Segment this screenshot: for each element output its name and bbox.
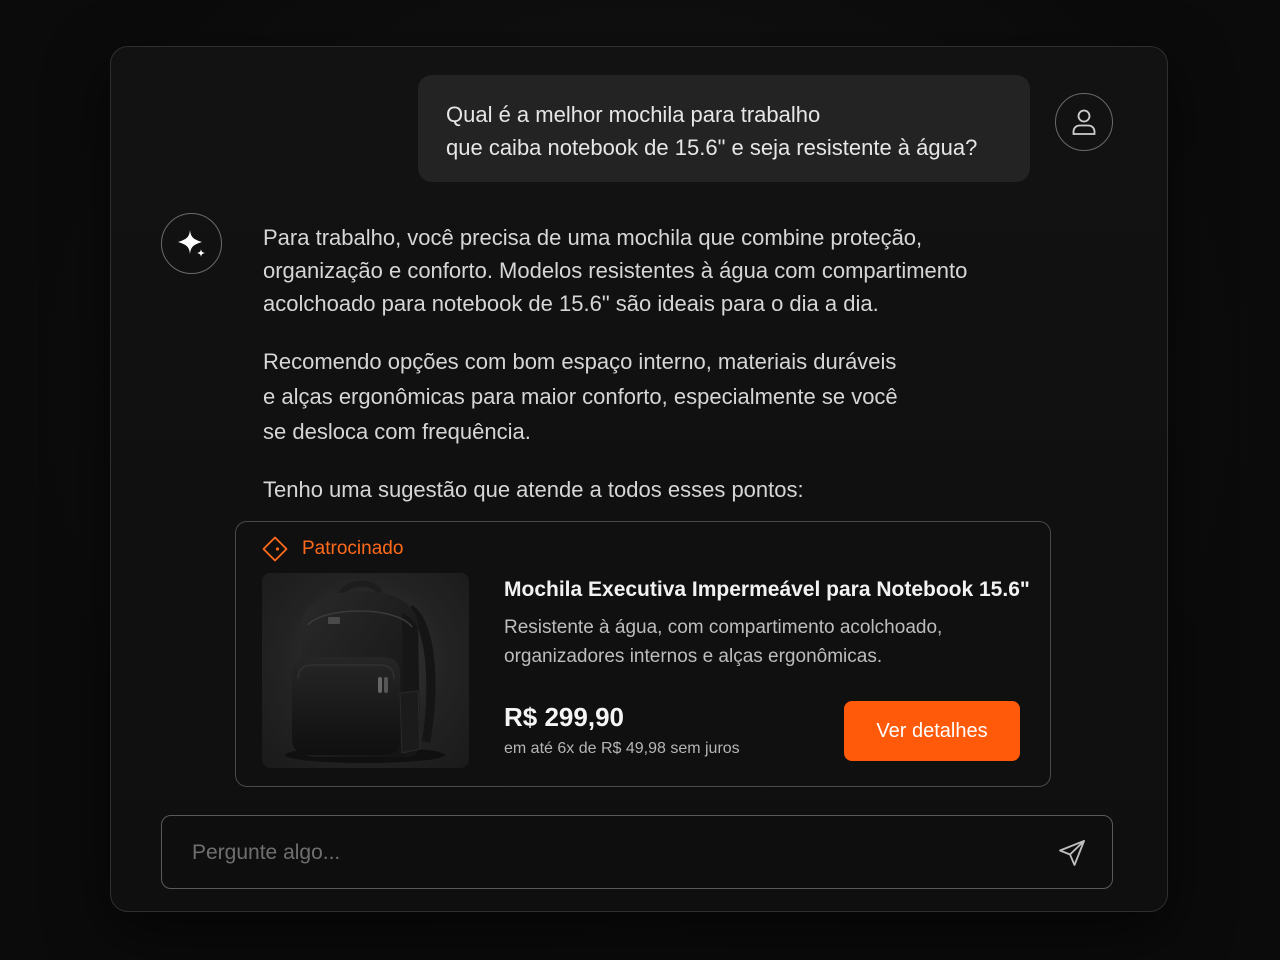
- product-image[interactable]: [262, 573, 469, 768]
- assistant-text-line: acolchoado para notebook de 15.6" são id…: [263, 291, 879, 316]
- assistant-avatar: [161, 213, 222, 274]
- sparkle-icon: [177, 229, 205, 257]
- prompt-input[interactable]: [190, 816, 1034, 890]
- product-price: R$ 299,90: [504, 702, 624, 732]
- user-message-line: Qual é a melhor mochila para trabalho: [446, 102, 821, 127]
- send-button[interactable]: [1052, 834, 1092, 872]
- prompt-input-box: [161, 815, 1113, 890]
- assistant-paragraph-1: Para trabalho, você precisa de uma mochi…: [263, 221, 967, 320]
- assistant-text-line: organização e conforto. Modelos resisten…: [263, 258, 968, 283]
- product-description: Resistente à água, com compartimento aco…: [504, 613, 942, 671]
- product-title[interactable]: Mochila Executiva Impermeável para Noteb…: [504, 578, 1030, 602]
- user-icon: [1072, 109, 1096, 135]
- assistant-paragraph-3: Tenho uma sugestão que atende a todos es…: [263, 473, 804, 506]
- product-description-line: organizadores internos e alças ergonômic…: [504, 646, 883, 667]
- sponsored-text: Patrocinado: [302, 538, 404, 559]
- assistant-text-line: Tenho uma sugestão que atende a todos es…: [263, 477, 804, 502]
- assistant-paragraph-2: Recomendo opções com bom espaço interno,…: [263, 344, 898, 449]
- view-details-button[interactable]: Ver detalhes: [844, 701, 1020, 761]
- assistant-text-line: e alças ergonômicas para maior conforto,…: [263, 384, 898, 409]
- assistant-text-line: Recomendo opções com bom espaço interno,…: [263, 349, 897, 374]
- send-icon: [1059, 840, 1085, 866]
- user-avatar[interactable]: [1055, 93, 1113, 151]
- user-message-bubble: Qual é a melhor mochila para trabalho qu…: [418, 75, 1030, 182]
- tag-icon: [262, 536, 288, 562]
- assistant-text-line: se desloca com frequência.: [263, 419, 531, 444]
- user-message-line: que caiba notebook de 15.6" e seja resis…: [446, 135, 978, 160]
- product-description-line: Resistente à água, com compartimento aco…: [504, 617, 943, 638]
- sponsored-product-card[interactable]: Patrocinado Mochila Executiva Impermeáve…: [235, 521, 1051, 787]
- backpack-image: [285, 580, 445, 763]
- assistant-text-line: Para trabalho, você precisa de uma mochi…: [263, 225, 923, 250]
- sponsored-label: Patrocinado: [262, 536, 403, 562]
- product-installments: em até 6x de R$ 49,98 sem juros: [504, 740, 740, 757]
